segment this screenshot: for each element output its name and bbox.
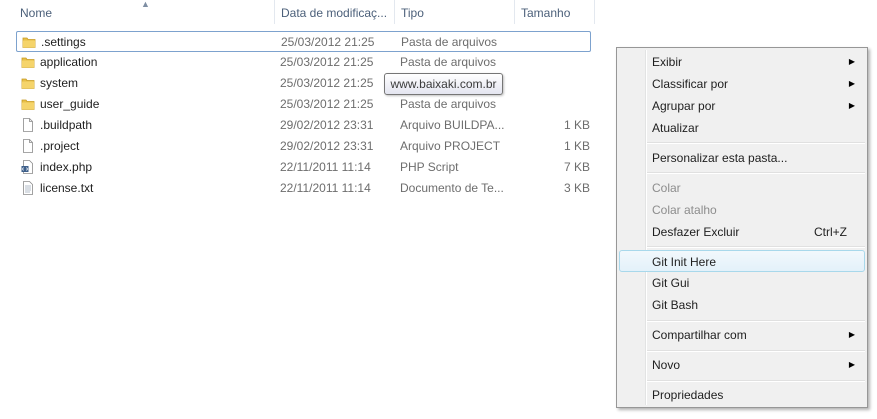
menu-item-novo[interactable]: Novo ▶ — [619, 354, 865, 376]
submenu-arrow-icon: ▶ — [848, 101, 855, 110]
file-date: 22/11/2011 11:14 — [280, 181, 371, 195]
menu-item-classificar-por[interactable]: Classificar por ▶ — [619, 73, 865, 95]
menu-item-label: Propriedades — [652, 388, 724, 402]
file-type: Pasta de arquivos — [401, 35, 498, 49]
file-name: user_guide — [40, 97, 100, 111]
watermark-tooltip: www.baixaki.com.br — [384, 73, 503, 95]
column-divider[interactable] — [394, 0, 395, 24]
menu-item-label: Agrupar por — [652, 99, 716, 113]
file-size: 3 KB — [564, 181, 591, 195]
file-icon — [23, 118, 33, 132]
file-date: 29/02/2012 23:31 — [280, 118, 374, 132]
file-type: PHP Script — [400, 160, 459, 174]
file-row-project[interactable]: .project 29/02/2012 23:31 Arquivo PROJEC… — [16, 136, 591, 157]
menu-separator — [647, 172, 865, 174]
submenu-arrow-icon: ▶ — [848, 330, 855, 339]
submenu-arrow-icon: ▶ — [848, 57, 855, 66]
menu-item-exibir[interactable]: Exibir ▶ — [619, 51, 865, 73]
menu-item-atualizar[interactable]: Atualizar — [619, 117, 865, 139]
file-row-application[interactable]: application 25/03/2012 21:25 Pasta de ar… — [16, 52, 591, 73]
menu-item-label: Git Bash — [652, 298, 699, 312]
file-name: index.php — [40, 160, 93, 174]
menu-item-label: Classificar por — [652, 77, 729, 91]
file-name: application — [40, 55, 98, 69]
menu-item-desfazer-excluir[interactable]: Desfazer Excluir Ctrl+Z — [619, 221, 865, 243]
menu-item-git-init-here[interactable]: Git Init Here — [619, 250, 865, 272]
menu-item-label: Exibir — [652, 55, 683, 69]
file-icon — [23, 139, 33, 153]
menu-item-label: Colar — [652, 181, 681, 195]
file-type: Arquivo PROJECT — [400, 139, 501, 153]
file-type: Documento de Te... — [400, 181, 504, 195]
menu-separator — [647, 320, 865, 322]
file-name: .buildpath — [40, 118, 93, 132]
menu-item-label: Novo — [652, 358, 681, 372]
file-row-user-guide[interactable]: user_guide 25/03/2012 21:25 Pasta de arq… — [16, 94, 591, 115]
column-divider[interactable] — [514, 0, 515, 24]
column-header: ▲ Nome Data de modificaç... Tipo Tamanho — [0, 0, 877, 26]
menu-item-label: Git Gui — [652, 276, 690, 290]
menu-item-label: Personalizar esta pasta... — [652, 151, 788, 165]
file-date: 29/02/2012 23:31 — [280, 139, 374, 153]
menu-item-personalizar-pasta[interactable]: Personalizar esta pasta... — [619, 147, 865, 169]
menu-item-git-gui[interactable]: Git Gui — [619, 272, 865, 294]
file-row-system[interactable]: system 25/03/2012 21:25 — [16, 73, 591, 94]
column-divider[interactable] — [594, 0, 595, 24]
menu-item-label: Atualizar — [652, 121, 699, 135]
file-date: 25/03/2012 21:25 — [281, 35, 375, 49]
file-name: license.txt — [40, 181, 94, 195]
file-size — [564, 52, 586, 73]
menu-separator — [647, 142, 865, 144]
file-size: 1 KB — [564, 139, 591, 153]
file-date: 25/03/2012 21:25 — [280, 97, 374, 111]
text-file-icon — [23, 181, 33, 195]
folder-icon — [21, 99, 35, 110]
menu-item-colar-atalho: Colar atalho — [619, 199, 865, 221]
file-type: Pasta de arquivos — [400, 97, 497, 111]
menu-item-label: Compartilhar com — [652, 328, 747, 342]
context-menu: Exibir ▶ Classificar por ▶ Agrupar por ▶… — [616, 47, 868, 408]
file-size — [564, 94, 586, 115]
file-size — [565, 32, 587, 53]
menu-item-colar: Colar — [619, 177, 865, 199]
file-row-buildpath[interactable]: .buildpath 29/02/2012 23:31 Arquivo BUIL… — [16, 115, 591, 136]
submenu-arrow-icon: ▶ — [848, 360, 855, 369]
file-type: Arquivo BUILDPA... — [400, 118, 505, 132]
menu-item-compartilhar-com[interactable]: Compartilhar com ▶ — [619, 324, 865, 346]
column-type[interactable]: Tipo — [401, 0, 511, 24]
file-row-settings[interactable]: .settings 25/03/2012 21:25 Pasta de arqu… — [16, 31, 591, 52]
file-size — [564, 73, 586, 94]
file-name: .settings — [41, 35, 86, 49]
column-size[interactable]: Tamanho — [521, 0, 591, 24]
php-file-icon — [21, 160, 33, 174]
menu-separator — [647, 246, 865, 248]
file-name: .project — [40, 139, 80, 153]
folder-icon — [22, 37, 36, 48]
submenu-arrow-icon: ▶ — [848, 79, 855, 88]
folder-icon — [21, 78, 35, 89]
file-row-index-php[interactable]: index.php 22/11/2011 11:14 PHP Script 7 … — [16, 157, 591, 178]
file-row-license-txt[interactable]: license.txt 22/11/2011 11:14 Documento d… — [16, 178, 591, 199]
column-divider[interactable] — [274, 0, 275, 24]
file-size: 7 KB — [564, 160, 591, 174]
file-date: 25/03/2012 21:25 — [280, 76, 374, 90]
file-date: 22/11/2011 11:14 — [280, 160, 371, 174]
column-name[interactable]: Nome — [20, 0, 270, 24]
menu-item-git-bash[interactable]: Git Bash — [619, 294, 865, 316]
menu-item-label: Colar atalho — [652, 203, 717, 217]
file-date: 25/03/2012 21:25 — [280, 55, 374, 69]
menu-separator — [647, 350, 865, 352]
file-size: 1 KB — [564, 118, 591, 132]
menu-separator — [647, 380, 865, 382]
menu-item-propriedades[interactable]: Propriedades — [619, 384, 865, 406]
menu-item-label: Desfazer Excluir — [652, 225, 740, 239]
menu-item-agrupar-por[interactable]: Agrupar por ▶ — [619, 95, 865, 117]
menu-item-shortcut: Ctrl+Z — [814, 225, 847, 239]
folder-icon — [21, 57, 35, 68]
file-type: Pasta de arquivos — [400, 55, 497, 69]
menu-item-label: Git Init Here — [652, 255, 717, 269]
column-date-modified[interactable]: Data de modificaç... — [281, 0, 389, 24]
file-name: system — [40, 76, 79, 90]
